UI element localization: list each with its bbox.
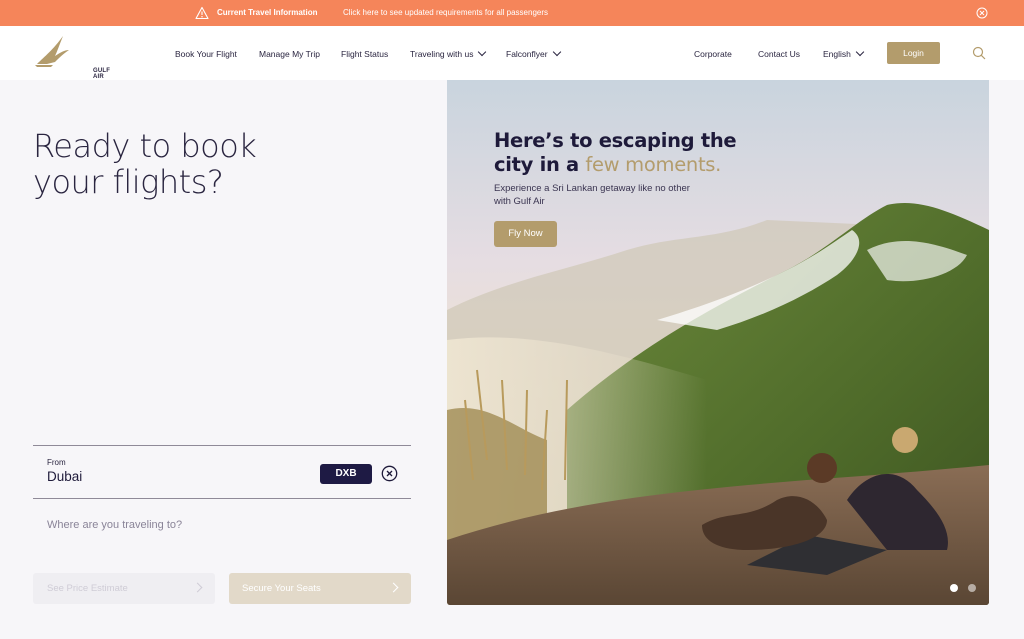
carousel-dot[interactable] [968,584,976,592]
hero-title-highlight: few moments. [585,153,722,176]
see-price-estimate-button[interactable]: See Price Estimate [33,573,215,604]
page-headline: Ready to book your flights? [33,128,333,200]
chevron-right-icon [192,582,203,593]
chevron-down-icon [855,47,865,57]
headline-line-1: Ready to book [33,127,257,165]
clear-origin-icon[interactable] [381,465,398,482]
divider [33,445,411,446]
falcon-icon [35,36,69,67]
alert-title: Current Travel Information [217,8,318,17]
hero-subtitle: Experience a Sri Lankan getaway like no … [494,183,690,207]
headline-line-2: your flights? [33,163,224,201]
chevron-down-icon [478,47,487,57]
nav-traveling-with-us[interactable]: Traveling with us [410,47,487,59]
from-label: From [47,458,66,467]
secure-your-seats-button[interactable]: Secure Your Seats [229,573,411,604]
hero-title: Here’s to escaping the city in a few mom… [494,129,764,177]
see-price-estimate-label: See Price Estimate [47,583,128,594]
language-label: English [823,49,851,59]
hero-title-line-1: Here’s to escaping the [494,129,737,152]
nav-falconflyer-label: Falconflyer [506,49,548,59]
carousel-dot-active[interactable] [950,584,958,592]
travel-alert-banner[interactable]: Current Travel Information Click here to… [0,0,1024,26]
alert-link[interactable]: Click here to see updated requirements f… [343,8,548,17]
nav-flight-status[interactable]: Flight Status [341,49,388,59]
close-circle-icon[interactable] [976,7,988,19]
nav-corporate[interactable]: Corporate [694,49,732,59]
nav-manage-my-trip[interactable]: Manage My Trip [259,49,320,59]
nav-traveling-with-us-label: Traveling with us [410,49,474,59]
chevron-down-icon [552,47,561,57]
search-icon[interactable] [972,46,986,60]
nav-contact-us[interactable]: Contact Us [758,49,800,59]
from-city-field[interactable]: Dubai [47,469,82,484]
logo-text: GULF AIR [93,68,111,80]
login-button[interactable]: Login [887,42,940,64]
airport-code-badge: DXB [320,464,372,484]
gulf-air-logo[interactable]: GULF AIR [33,34,110,80]
divider [33,498,411,499]
hero-banner: Here’s to escaping the city in a few mom… [447,80,989,605]
site-header: GULF AIR Book Your Flight Manage My Trip… [0,26,1024,80]
warning-icon [195,6,209,20]
fly-now-button[interactable]: Fly Now [494,221,557,247]
destination-input[interactable] [47,516,387,534]
hero-title-line-2: city in a [494,153,586,176]
nav-book-your-flight[interactable]: Book Your Flight [175,49,237,59]
nav-falconflyer[interactable]: Falconflyer [506,47,561,59]
chevron-right-icon [388,582,399,593]
secure-your-seats-label: Secure Your Seats [242,583,321,594]
language-selector[interactable]: English [823,47,865,59]
